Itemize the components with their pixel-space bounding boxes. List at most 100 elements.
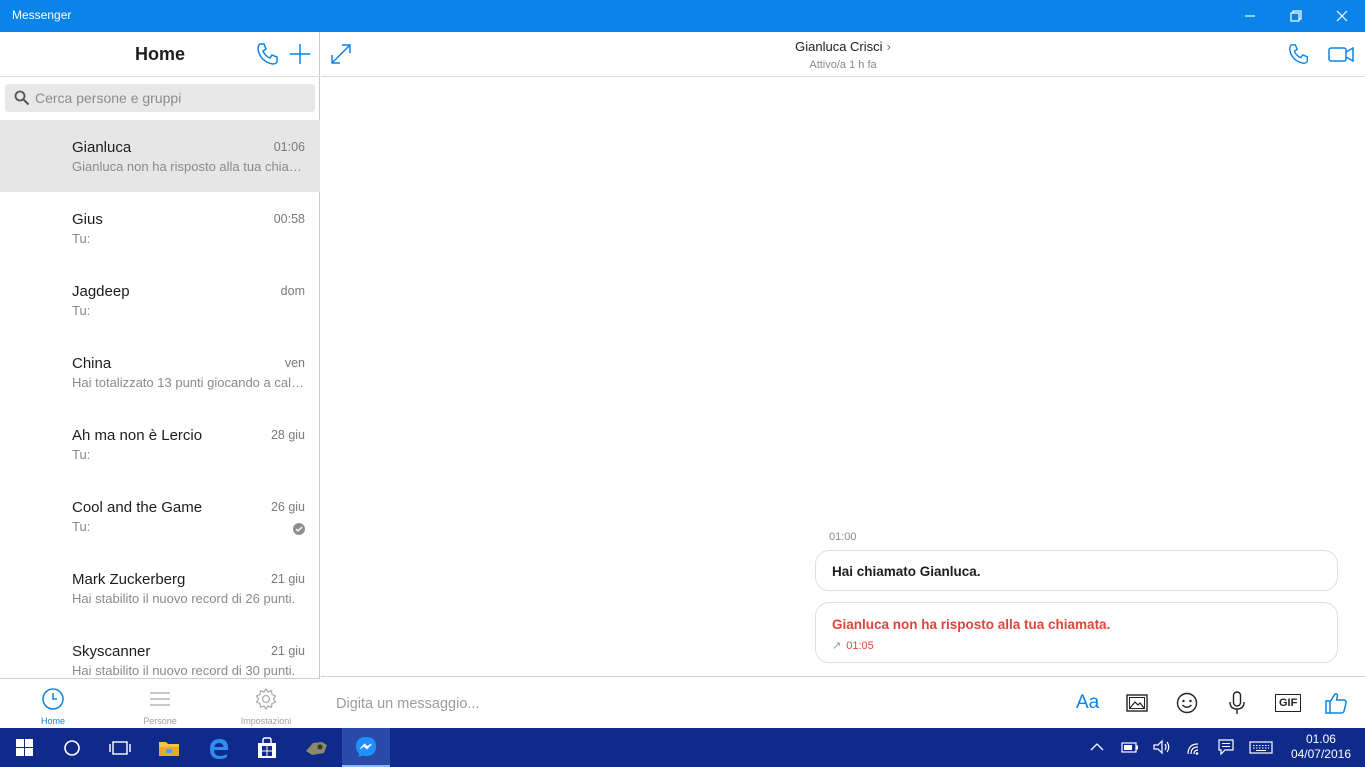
conversation-item[interactable]: Jagdeep dom Tu:: [0, 264, 320, 336]
volume-button[interactable]: [1152, 738, 1172, 761]
speaker-icon: [1153, 739, 1170, 755]
message-composer: Aa GIF: [321, 676, 1365, 728]
chevron-up-icon: [1090, 743, 1104, 751]
chat-header: Gianluca Crisci › Attivo/a 1 h fa: [321, 32, 1365, 77]
touch-keyboard-button[interactable]: [1249, 738, 1273, 761]
text-format-button[interactable]: Aa: [1076, 690, 1099, 716]
conversation-preview: Tu:: [72, 447, 91, 462]
seen-check-icon: [293, 523, 305, 535]
conversation-item[interactable]: Gius 00:58 Tu:: [0, 192, 320, 264]
task-view-button[interactable]: [96, 728, 144, 767]
windows-logo-icon: [15, 739, 33, 756]
search-input[interactable]: [35, 88, 305, 108]
contact-status: Attivo/a 1 h fa: [809, 59, 877, 71]
restore-icon: [1290, 10, 1302, 22]
wifi-icon: [1187, 743, 1199, 755]
tab-people-label: Persone: [143, 716, 177, 726]
call-message-bubble: Hai chiamato Gianluca.: [815, 550, 1338, 591]
conversation-preview: Hai totalizzato 13 punti giocando a calc…: [72, 375, 304, 390]
show-hidden-icons-button[interactable]: [1090, 738, 1104, 761]
network-button[interactable]: [1185, 738, 1205, 761]
voice-message-button[interactable]: [1228, 690, 1246, 716]
new-message-button[interactable]: [287, 41, 313, 67]
tab-settings-label: Impostazioni: [240, 716, 292, 726]
conversation-item[interactable]: China ven Hai totalizzato 13 punti gioca…: [0, 336, 320, 408]
conversation-name: Jagdeep: [72, 283, 130, 300]
tab-people[interactable]: Persone: [107, 679, 213, 729]
clock-date: 04/07/2016: [1290, 747, 1351, 761]
chat-pane: Gianluca Crisci › Attivo/a 1 h fa 01:00 H…: [321, 32, 1365, 728]
sidebar-header: Home: [0, 32, 320, 77]
smiley-icon: [1176, 692, 1198, 714]
video-call-button[interactable]: [1327, 42, 1355, 71]
phone-icon: [1289, 44, 1308, 64]
conversation-time: 28 giu: [270, 428, 305, 442]
edge-browser-button[interactable]: [195, 728, 243, 767]
conversation-name: Gianluca: [72, 139, 132, 156]
restore-button[interactable]: [1273, 0, 1319, 32]
conversation-name: Ah ma non è Lercio: [72, 427, 203, 444]
conversation-item[interactable]: Ah ma non è Lercio 28 giu Tu:: [0, 408, 320, 480]
tab-settings[interactable]: Impostazioni: [213, 679, 319, 729]
game-app-icon: [306, 741, 327, 755]
conversation-preview: Tu:: [72, 231, 91, 246]
folder-icon: [159, 741, 179, 756]
conversation-sidebar: Home Gianluca 01:06 Gianluca non ha risp…: [0, 32, 320, 728]
minimize-icon: [1245, 15, 1255, 17]
search-icon: [14, 90, 30, 106]
contact-name-button[interactable]: Gianluca Crisci ›: [321, 39, 1365, 54]
store-button[interactable]: [243, 728, 291, 767]
emoji-button[interactable]: [1176, 690, 1198, 716]
conversation-time: dom: [280, 284, 305, 298]
conversation-time: 00:58: [273, 212, 305, 226]
tab-home[interactable]: Home: [0, 679, 106, 729]
photo-button[interactable]: [1126, 690, 1148, 716]
store-bag-icon: [258, 736, 276, 758]
missed-call-text: Gianluca non ha risposto alla tua chiama…: [832, 617, 1111, 632]
conversation-list: Gianluca 01:06 Gianluca non ha risposto …: [0, 120, 320, 678]
file-explorer-button[interactable]: [145, 728, 193, 767]
chevron-right-icon: ›: [886, 39, 891, 54]
minimize-button[interactable]: [1227, 0, 1273, 32]
gif-label: GIF: [1275, 694, 1302, 712]
start-button[interactable]: [0, 728, 48, 767]
task-view-icon: [109, 740, 131, 755]
action-center-button[interactable]: [1217, 738, 1235, 761]
clock-icon: [42, 688, 64, 710]
keyboard-icon: [1249, 741, 1273, 754]
game-app-button[interactable]: [292, 728, 340, 767]
messenger-taskbar-button[interactable]: [342, 728, 390, 767]
voice-call-button[interactable]: [1287, 42, 1311, 71]
conversation-time: ven: [284, 356, 305, 370]
gif-button[interactable]: GIF: [1275, 690, 1302, 716]
microphone-icon: [1229, 691, 1245, 714]
conversation-preview: Tu:: [72, 303, 91, 318]
conversation-item[interactable]: Mark Zuckerberg 21 giu Hai stabilito il …: [0, 552, 320, 624]
conversation-item[interactable]: Skyscanner 21 giu Hai stabilito il nuovo…: [0, 624, 320, 678]
thumbs-up-icon: [1325, 692, 1347, 714]
call-button[interactable]: [255, 41, 281, 67]
like-button[interactable]: [1324, 690, 1348, 716]
edge-icon: [210, 738, 228, 759]
message-input[interactable]: [336, 693, 1036, 715]
cortana-circle-icon: [64, 739, 80, 756]
conversation-item[interactable]: Cool and the Game 26 giu Tu:: [0, 480, 320, 552]
close-button[interactable]: [1319, 0, 1365, 32]
battery-icon: [1121, 742, 1138, 753]
contact-name: Gianluca Crisci: [795, 39, 883, 54]
notification-icon: [1218, 739, 1234, 756]
cortana-button[interactable]: [48, 728, 96, 767]
call-message-text: Hai chiamato Gianluca.: [832, 564, 981, 579]
image-icon: [1126, 694, 1148, 712]
message-timestamp: 01:00: [829, 531, 857, 543]
title-bar: Messenger: [0, 0, 1365, 32]
plus-icon: [290, 44, 310, 64]
video-camera-icon: [1328, 46, 1354, 63]
gear-icon: [255, 687, 277, 711]
system-clock[interactable]: 01.06 04/07/2016: [1291, 732, 1351, 762]
battery-button[interactable]: [1120, 738, 1140, 761]
conversation-item[interactable]: Gianluca 01:06 Gianluca non ha risposto …: [0, 120, 320, 192]
missed-call-bubble[interactable]: Gianluca non ha risposto alla tua chiama…: [815, 602, 1338, 663]
conversation-preview: Gianluca non ha risposto alla tua chiama…: [72, 159, 304, 174]
phone-icon: [257, 43, 278, 65]
